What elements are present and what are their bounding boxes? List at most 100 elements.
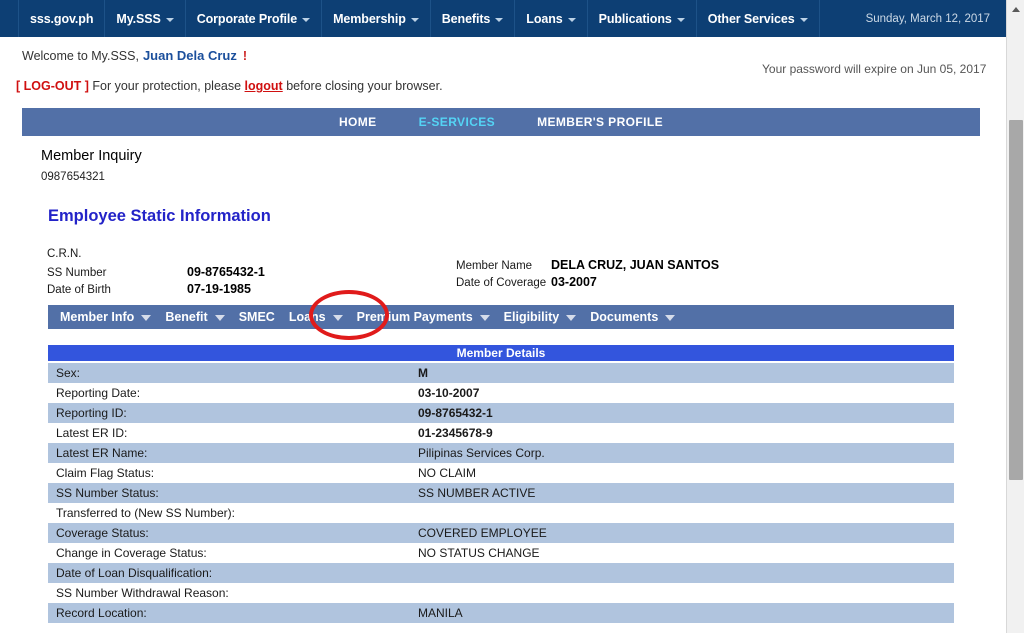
member-details-header: Member Details <box>48 345 954 362</box>
detail-value-cell: 01-2345678-9 <box>410 423 954 443</box>
detail-label-cell: SS Number Status: <box>48 483 410 503</box>
primary-nav-item-label: Corporate Profile <box>197 12 297 26</box>
logout-notice-text-after: before closing your browser. <box>283 79 443 93</box>
detail-label-cell: Latest ER ID: <box>48 423 410 443</box>
module-menu-item-eligibility[interactable]: Eligibility <box>504 310 577 324</box>
table-row: Reporting Date:03-10-2007 <box>48 383 954 403</box>
primary-nav-item-corporate-profile[interactable]: Corporate Profile <box>186 0 322 37</box>
module-menu-item-member-info[interactable]: Member Info <box>60 310 151 324</box>
chevron-down-icon <box>302 18 310 22</box>
detail-value-cell: MANILA <box>410 603 954 623</box>
primary-nav-item-other-services[interactable]: Other Services <box>697 0 820 37</box>
detail-label-cell: Coverage Status: <box>48 523 410 543</box>
chevron-down-icon <box>411 18 419 22</box>
logout-notice: [ LOG-OUT ] For your protection, please … <box>16 79 443 93</box>
primary-nav-item-my-sss[interactable]: My.SSS <box>105 0 185 37</box>
detail-value-cell: 09-8765432-1 <box>410 403 954 423</box>
detail-label-cell: SS Number Withdrawal Reason: <box>48 583 410 603</box>
table-row: Claim Flag Status:NO CLAIM <box>48 463 954 483</box>
member-details-table-body: Sex:MReporting Date:03-10-2007Reporting … <box>48 362 954 623</box>
primary-nav-item-label: sss.gov.ph <box>30 12 93 26</box>
table-row: Date of Loan Disqualification: <box>48 563 954 583</box>
detail-label-cell: Claim Flag Status: <box>48 463 410 483</box>
identity-left-column: C.R.N.SS Number09-8765432-1Date of Birth… <box>47 248 265 299</box>
secondary-nav-item-member-s-profile[interactable]: MEMBER'S PROFILE <box>537 115 663 129</box>
module-menu-item-loans[interactable]: Loans <box>289 310 343 324</box>
module-menu-item-label: Benefit <box>165 310 207 324</box>
module-menu-bar: Member Info Benefit SMEC Loans Premium Payme… <box>48 305 954 329</box>
detail-value-cell <box>410 503 954 523</box>
chevron-down-icon <box>141 315 151 321</box>
primary-nav-item-membership[interactable]: Membership <box>322 0 431 37</box>
welcome-exclamation: ! <box>243 49 247 63</box>
detail-label-cell: Reporting ID: <box>48 403 410 423</box>
detail-label-cell: Record Location: <box>48 603 410 623</box>
identity-value: 03-2007 <box>551 275 597 289</box>
module-menu-item-label: Loans <box>289 310 326 324</box>
logout-notice-text-before: For your protection, please <box>89 79 245 93</box>
page-viewport: sss.gov.ph My.SSS Corporate Profile Members… <box>0 0 1006 633</box>
table-row: Record Location:MANILA <box>48 603 954 623</box>
primary-nav-item-publications[interactable]: Publications <box>588 0 697 37</box>
detail-value-cell: NO STATUS CHANGE <box>410 543 954 563</box>
detail-value-cell: SS NUMBER ACTIVE <box>410 483 954 503</box>
welcome-message: Welcome to My.SSS,Juan Dela Cruz! <box>22 48 247 63</box>
detail-value-cell <box>410 563 954 583</box>
module-menu-item-documents[interactable]: Documents <box>590 310 675 324</box>
detail-label-cell: Change in Coverage Status: <box>48 543 410 563</box>
module-menu-item-label: Member Info <box>60 310 134 324</box>
chevron-down-icon <box>665 315 675 321</box>
chevron-down-icon <box>800 18 808 22</box>
vertical-scrollbar[interactable] <box>1006 0 1024 633</box>
detail-label-cell: Transferred to (New SS Number): <box>48 503 410 523</box>
module-menu-item-smec[interactable]: SMEC <box>239 310 275 324</box>
chevron-down-icon <box>166 18 174 22</box>
primary-nav-items: sss.gov.ph My.SSS Corporate Profile Members… <box>0 0 820 37</box>
logout-link[interactable]: logout <box>245 79 283 93</box>
chevron-down-icon <box>495 18 503 22</box>
chevron-down-icon <box>333 315 343 321</box>
table-row: Sex:M <box>48 362 954 383</box>
primary-nav-item-label: Loans <box>526 12 562 26</box>
table-row: Transferred to (New SS Number): <box>48 503 954 523</box>
secondary-nav-item-home[interactable]: HOME <box>339 115 377 129</box>
identity-row: Member NameDELA CRUZ, JUAN SANTOS <box>456 258 719 275</box>
module-menu-item-benefit[interactable]: Benefit <box>165 310 224 324</box>
inquiry-reference-number: 0987654321 <box>41 171 105 183</box>
primary-nav-item-label: Membership <box>333 12 406 26</box>
primary-nav-item-benefits[interactable]: Benefits <box>431 0 516 37</box>
table-row: Latest ER Name:Pilipinas Services Corp. <box>48 443 954 463</box>
detail-label-cell: Reporting Date: <box>48 383 410 403</box>
detail-value-cell: M <box>410 362 954 383</box>
primary-nav-item-sss-gov-ph[interactable]: sss.gov.ph <box>18 0 105 37</box>
module-menu-item-label: SMEC <box>239 310 275 324</box>
detail-label-cell: Latest ER Name: <box>48 443 410 463</box>
identity-right-column: Member NameDELA CRUZ, JUAN SANTOSDate of… <box>456 258 719 292</box>
table-row: Coverage Status:COVERED EMPLOYEE <box>48 523 954 543</box>
detail-value-cell: Pilipinas Services Corp. <box>410 443 954 463</box>
table-row: Change in Coverage Status:NO STATUS CHAN… <box>48 543 954 563</box>
primary-nav-item-label: Other Services <box>708 12 795 26</box>
scroll-up-arrow-glyph <box>1012 7 1020 12</box>
table-row: SS Number Status:SS NUMBER ACTIVE <box>48 483 954 503</box>
chevron-down-icon <box>566 315 576 321</box>
page-title: Member Inquiry <box>41 148 142 164</box>
chevron-down-icon <box>568 18 576 22</box>
primary-nav-item-loans[interactable]: Loans <box>515 0 587 37</box>
scroll-up-arrow-icon[interactable] <box>1007 0 1024 18</box>
scrollbar-thumb[interactable] <box>1009 120 1023 480</box>
logout-tag-label: [ LOG-OUT ] <box>16 79 89 93</box>
secondary-nav-item-e-services[interactable]: E-SERVICES <box>419 115 495 129</box>
browser-page: sss.gov.ph My.SSS Corporate Profile Members… <box>0 0 1024 633</box>
detail-value-cell: NO CLAIM <box>410 463 954 483</box>
chevron-down-icon <box>480 315 490 321</box>
table-row: Reporting ID:09-8765432-1 <box>48 403 954 423</box>
section-title-employee-static-information: Employee Static Information <box>48 207 271 226</box>
primary-nav-item-label: My.SSS <box>116 12 160 26</box>
password-expiry-notice: Your password will expire on Jun 05, 201… <box>762 62 986 76</box>
module-menu-item-premium-payments[interactable]: Premium Payments <box>357 310 490 324</box>
chevron-down-icon <box>677 18 685 22</box>
identity-row: SS Number09-8765432-1 <box>47 265 265 282</box>
module-menu-item-label: Eligibility <box>504 310 560 324</box>
table-header-row: Member Details <box>48 345 954 362</box>
